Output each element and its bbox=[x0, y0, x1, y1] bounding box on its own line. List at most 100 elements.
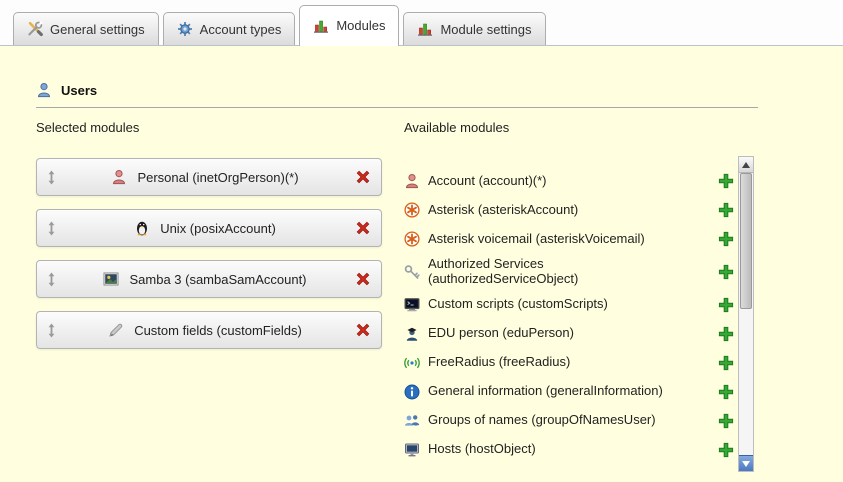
module-label: Authorized Services (authorizedServiceOb… bbox=[428, 257, 688, 287]
selected-module-row[interactable]: Personal (inetOrgPerson)(*) bbox=[36, 158, 382, 196]
remove-icon bbox=[355, 169, 371, 185]
radius-icon bbox=[404, 355, 420, 371]
drag-handle-icon[interactable] bbox=[37, 221, 65, 236]
scroll-up-button[interactable] bbox=[739, 157, 753, 173]
person-icon bbox=[111, 169, 127, 185]
add-module-button[interactable] bbox=[718, 297, 734, 313]
tabs: General settings Account types Modules Modu… bbox=[13, 5, 546, 45]
remove-module-button[interactable] bbox=[345, 220, 381, 236]
tab-bar: General settings Account types Modules Modu… bbox=[0, 0, 843, 46]
module-label: FreeRadius (freeRadius) bbox=[428, 355, 688, 370]
available-module-row: FreeRadius (freeRadius) bbox=[404, 352, 734, 374]
drag-handle-icon[interactable] bbox=[37, 323, 65, 338]
script-icon bbox=[404, 297, 420, 313]
add-icon bbox=[718, 413, 734, 429]
module-label: EDU person (eduPerson) bbox=[428, 326, 688, 341]
edu-icon bbox=[404, 326, 420, 342]
module-info: Unix (posixAccount) bbox=[65, 220, 345, 236]
custom-fields-icon bbox=[108, 322, 124, 338]
tab-modules[interactable]: Modules bbox=[299, 5, 399, 46]
module-info: Samba 3 (sambaSamAccount) bbox=[65, 271, 345, 287]
add-module-button[interactable] bbox=[718, 384, 734, 400]
module-label: Custom fields (customFields) bbox=[134, 323, 302, 338]
available-module-row: General information (generalInformation) bbox=[404, 381, 734, 403]
available-module-row: Asterisk (asteriskAccount) bbox=[404, 199, 734, 221]
tab-label: Account types bbox=[200, 22, 282, 37]
available-module-row: Asterisk voicemail (asteriskVoicemail) bbox=[404, 228, 734, 250]
add-module-button[interactable] bbox=[718, 173, 734, 189]
module-label: General information (generalInformation) bbox=[428, 384, 688, 399]
section-title: Users bbox=[61, 83, 97, 98]
samba-icon bbox=[103, 271, 119, 287]
lam-configuration-screen: General settings Account types Modules Modu… bbox=[0, 0, 843, 482]
host-icon bbox=[404, 442, 420, 458]
module-label: Account (account)(*) bbox=[428, 174, 688, 189]
module-label: Custom scripts (customScripts) bbox=[428, 297, 688, 312]
drag-handle-icon[interactable] bbox=[37, 272, 65, 287]
module-label: Groups of names (groupOfNamesUser) bbox=[428, 413, 688, 428]
add-icon bbox=[718, 264, 734, 280]
chart-icon bbox=[417, 21, 433, 37]
module-label: Samba 3 (sambaSamAccount) bbox=[129, 272, 306, 287]
scroll-up-icon bbox=[742, 162, 750, 168]
remove-module-button[interactable] bbox=[345, 271, 381, 287]
add-module-button[interactable] bbox=[718, 202, 734, 218]
section-divider bbox=[36, 107, 758, 108]
users-section-header: Users bbox=[36, 82, 97, 98]
add-icon bbox=[718, 297, 734, 313]
add-module-button[interactable] bbox=[718, 355, 734, 371]
content-panel: Users Selected modules Available modules… bbox=[0, 46, 843, 482]
selected-modules-heading: Selected modules bbox=[36, 120, 139, 135]
add-module-button[interactable] bbox=[718, 442, 734, 458]
services-icon bbox=[404, 264, 420, 280]
available-module-row: Groups of names (groupOfNamesUser) bbox=[404, 410, 734, 432]
selected-modules-list: Personal (inetOrgPerson)(*) Unix (posixAc… bbox=[36, 158, 382, 362]
module-label: Unix (posixAccount) bbox=[160, 221, 276, 236]
add-icon bbox=[718, 231, 734, 247]
chart-icon bbox=[313, 18, 329, 34]
available-modules-list: Account (account)(*) Asterisk (asteriskAc… bbox=[404, 156, 754, 472]
available-module-row: Authorized Services (authorizedServiceOb… bbox=[404, 257, 734, 287]
scroll-down-button[interactable] bbox=[739, 455, 753, 471]
selected-module-row[interactable]: Unix (posixAccount) bbox=[36, 209, 382, 247]
remove-module-button[interactable] bbox=[345, 322, 381, 338]
asterisk-icon bbox=[404, 202, 420, 218]
available-modules-rows: Account (account)(*) Asterisk (asteriskAc… bbox=[404, 170, 734, 468]
add-icon bbox=[718, 442, 734, 458]
tab-label: Modules bbox=[336, 18, 385, 33]
available-module-row: Custom scripts (customScripts) bbox=[404, 294, 734, 316]
available-module-row: Hosts (hostObject) bbox=[404, 439, 734, 461]
remove-icon bbox=[355, 220, 371, 236]
scrollbar[interactable] bbox=[738, 156, 754, 472]
module-label: Personal (inetOrgPerson)(*) bbox=[137, 170, 298, 185]
group-icon bbox=[404, 413, 420, 429]
account-icon bbox=[404, 173, 420, 189]
module-label: Asterisk (asteriskAccount) bbox=[428, 203, 688, 218]
remove-icon bbox=[355, 322, 371, 338]
module-label: Hosts (hostObject) bbox=[428, 442, 688, 457]
gear-icon bbox=[177, 21, 193, 37]
add-module-button[interactable] bbox=[718, 326, 734, 342]
module-info: Personal (inetOrgPerson)(*) bbox=[65, 169, 345, 185]
tab-account-types[interactable]: Account types bbox=[163, 12, 296, 45]
user-icon bbox=[36, 82, 52, 98]
selected-module-row[interactable]: Samba 3 (sambaSamAccount) bbox=[36, 260, 382, 298]
scrollbar-thumb[interactable] bbox=[740, 173, 752, 309]
add-module-button[interactable] bbox=[718, 231, 734, 247]
add-module-button[interactable] bbox=[718, 264, 734, 280]
tab-module-settings[interactable]: Module settings bbox=[403, 12, 545, 45]
remove-icon bbox=[355, 271, 371, 287]
selected-module-row[interactable]: Custom fields (customFields) bbox=[36, 311, 382, 349]
add-icon bbox=[718, 202, 734, 218]
drag-handle-icon[interactable] bbox=[37, 170, 65, 185]
tab-general-settings[interactable]: General settings bbox=[13, 12, 159, 45]
asterisk-icon bbox=[404, 231, 420, 247]
available-module-row: EDU person (eduPerson) bbox=[404, 323, 734, 345]
penguin-icon bbox=[134, 220, 150, 236]
module-label: Asterisk voicemail (asteriskVoicemail) bbox=[428, 232, 688, 247]
remove-module-button[interactable] bbox=[345, 169, 381, 185]
info-icon bbox=[404, 384, 420, 400]
tab-label: General settings bbox=[50, 22, 145, 37]
add-module-button[interactable] bbox=[718, 413, 734, 429]
module-info: Custom fields (customFields) bbox=[65, 322, 345, 338]
